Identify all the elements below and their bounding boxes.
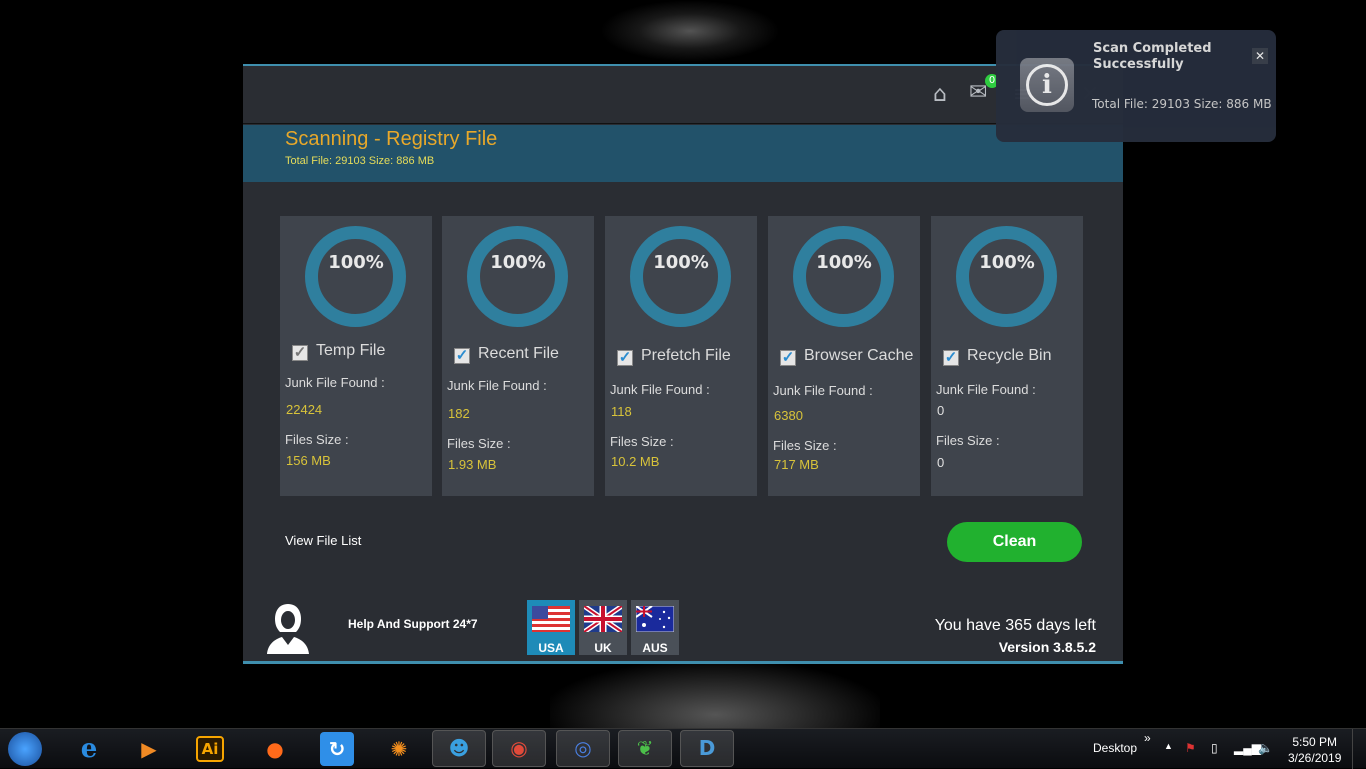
- show-desktop-button[interactable]: [1352, 729, 1366, 769]
- progress-ring: [793, 226, 894, 327]
- scan-complete-toast: i Scan Completed Successfully Total File…: [996, 30, 1276, 142]
- region-label: AUS: [642, 641, 668, 655]
- card-label: Recent File: [478, 345, 559, 362]
- files-size: 10.2 MB: [611, 454, 660, 469]
- files-size: 1.93 MB: [448, 457, 497, 472]
- toast-message: Total File: 29103 Size: 886 MB: [1092, 97, 1272, 111]
- card-label: Browser Cache: [804, 347, 914, 364]
- scan-title: Scanning - Registry File: [285, 128, 498, 150]
- volume-icon[interactable]: 🔈: [1258, 741, 1273, 755]
- wallpaper-top: [600, 0, 780, 62]
- clock[interactable]: 5:50 PM 3/26/2019: [1288, 734, 1341, 766]
- start-button[interactable]: [8, 732, 42, 766]
- junk-label: Junk File Found :: [285, 375, 385, 390]
- checkbox-icon[interactable]: ✓: [943, 350, 959, 366]
- region-uk[interactable]: UK: [579, 600, 627, 655]
- power-icon[interactable]: ▯: [1211, 741, 1218, 755]
- region-label: UK: [594, 641, 612, 655]
- progress-percent: 100%: [816, 252, 872, 273]
- toast-title: Scan Completed Successfully: [1093, 41, 1212, 72]
- card-label: Recycle Bin: [967, 347, 1052, 364]
- junk-count: 6380: [774, 408, 803, 423]
- home-icon[interactable]: ⌂: [933, 82, 947, 107]
- files-size: 717 MB: [774, 457, 819, 472]
- progress-ring: [305, 226, 406, 327]
- size-label: Files Size :: [447, 436, 511, 451]
- junk-label: Junk File Found :: [610, 382, 710, 397]
- card-label: Prefetch File: [641, 347, 731, 364]
- junk-count: 22424: [286, 402, 323, 417]
- help-support-label[interactable]: Help And Support 24*7: [348, 617, 478, 631]
- internet-explorer-icon[interactable]: e: [72, 732, 106, 766]
- messenger-icon[interactable]: ☻: [432, 730, 486, 767]
- scan-banner: Scanning - Registry File Total File: 291…: [243, 125, 1123, 182]
- card-browser-cache: 100% ✓ Browser Cache Junk File Found : 63…: [768, 216, 920, 496]
- checkbox-icon[interactable]: ✓: [780, 350, 796, 366]
- toolbar-expand-icon[interactable]: »: [1144, 731, 1151, 745]
- junk-count: 182: [448, 406, 470, 421]
- license-days-left: You have 365 days left: [934, 617, 1096, 634]
- action-center-icon[interactable]: ⚑: [1185, 741, 1196, 755]
- date: 3/26/2019: [1288, 751, 1342, 765]
- clean-button[interactable]: Clean: [947, 522, 1082, 562]
- support-agent-icon: [267, 604, 309, 654]
- region-usa[interactable]: USA: [527, 600, 575, 655]
- desktop-toolbar[interactable]: Desktop: [1093, 741, 1137, 755]
- size-label: Files Size :: [610, 434, 674, 449]
- progress-percent: 100%: [979, 252, 1035, 273]
- progress-ring: [956, 226, 1057, 327]
- progress-percent: 100%: [490, 252, 546, 273]
- taskbar: e ▶ Ai ● ↻ ✺ ☻ ◉ ◎ ❦ D Desktop » ▲ ⚑ ▯ ▂…: [0, 728, 1366, 769]
- card-prefetch-file: 100% ✓ Prefetch File Junk File Found : 11…: [605, 216, 757, 496]
- checkbox-icon[interactable]: ✓: [454, 348, 470, 364]
- progress-percent: 100%: [653, 252, 709, 273]
- region-aus[interactable]: AUS: [631, 600, 679, 655]
- cleaner-app-icon[interactable]: D: [680, 730, 734, 767]
- uk-flag-icon: [582, 603, 624, 635]
- files-size: 156 MB: [286, 453, 331, 468]
- media-player-icon[interactable]: ▶: [132, 732, 166, 766]
- progress-ring: [467, 226, 568, 327]
- network-icon[interactable]: ▂▄▆: [1234, 741, 1261, 755]
- parrot-app-icon[interactable]: ❦: [618, 730, 672, 767]
- view-file-list-link[interactable]: View File List: [285, 533, 361, 548]
- card-recent-file: 100% ✓ Recent File Junk File Found : 182 …: [442, 216, 594, 496]
- junk-label: Junk File Found :: [447, 378, 547, 393]
- size-label: Files Size :: [285, 432, 349, 447]
- card-temp-file: 100% ✓ Temp File Junk File Found : 22424 …: [280, 216, 432, 496]
- files-size: 0: [937, 455, 945, 470]
- junk-count: 118: [611, 404, 632, 419]
- time: 5:50 PM: [1292, 735, 1338, 749]
- junk-count: 0: [937, 403, 945, 418]
- progress-percent: 100%: [328, 252, 384, 273]
- junk-label: Junk File Found :: [773, 383, 873, 398]
- checkbox-icon[interactable]: ✓: [292, 345, 308, 361]
- chrome-icon[interactable]: ◉: [492, 730, 546, 767]
- wallpaper-bottom: [550, 662, 880, 728]
- checkbox-icon[interactable]: ✓: [617, 350, 633, 366]
- cleaner-window: ⌂ ✉ 0 ≡ ✕ Scanning - Registry File Total…: [243, 64, 1123, 664]
- show-hidden-icons[interactable]: ▲: [1164, 741, 1173, 751]
- info-icon: i: [1020, 58, 1074, 112]
- toast-close-icon[interactable]: ✕: [1252, 48, 1268, 64]
- australia-flag-icon: [635, 605, 675, 633]
- settings-app-icon[interactable]: ✺: [382, 732, 416, 766]
- sync-app-icon[interactable]: ↻: [320, 732, 354, 766]
- title-bar: ⌂ ✉ 0 ≡ ✕: [243, 66, 1123, 124]
- illustrator-icon[interactable]: Ai: [196, 736, 224, 762]
- scan-summary: Total File: 29103 Size: 886 MB: [285, 155, 435, 167]
- progress-ring: [630, 226, 731, 327]
- firefox-icon[interactable]: ●: [258, 732, 292, 766]
- region-label: USA: [538, 641, 564, 655]
- version-label: Version 3.8.5.2: [998, 639, 1096, 655]
- junk-label: Junk File Found :: [936, 382, 1036, 397]
- size-label: Files Size :: [773, 438, 837, 453]
- usa-flag-icon: [532, 606, 570, 632]
- card-recycle-bin: 100% ✓ Recycle Bin Junk File Found : 0 Fi…: [931, 216, 1083, 496]
- card-label: Temp File: [316, 342, 386, 359]
- size-label: Files Size :: [936, 433, 1000, 448]
- chromium-icon[interactable]: ◎: [556, 730, 610, 767]
